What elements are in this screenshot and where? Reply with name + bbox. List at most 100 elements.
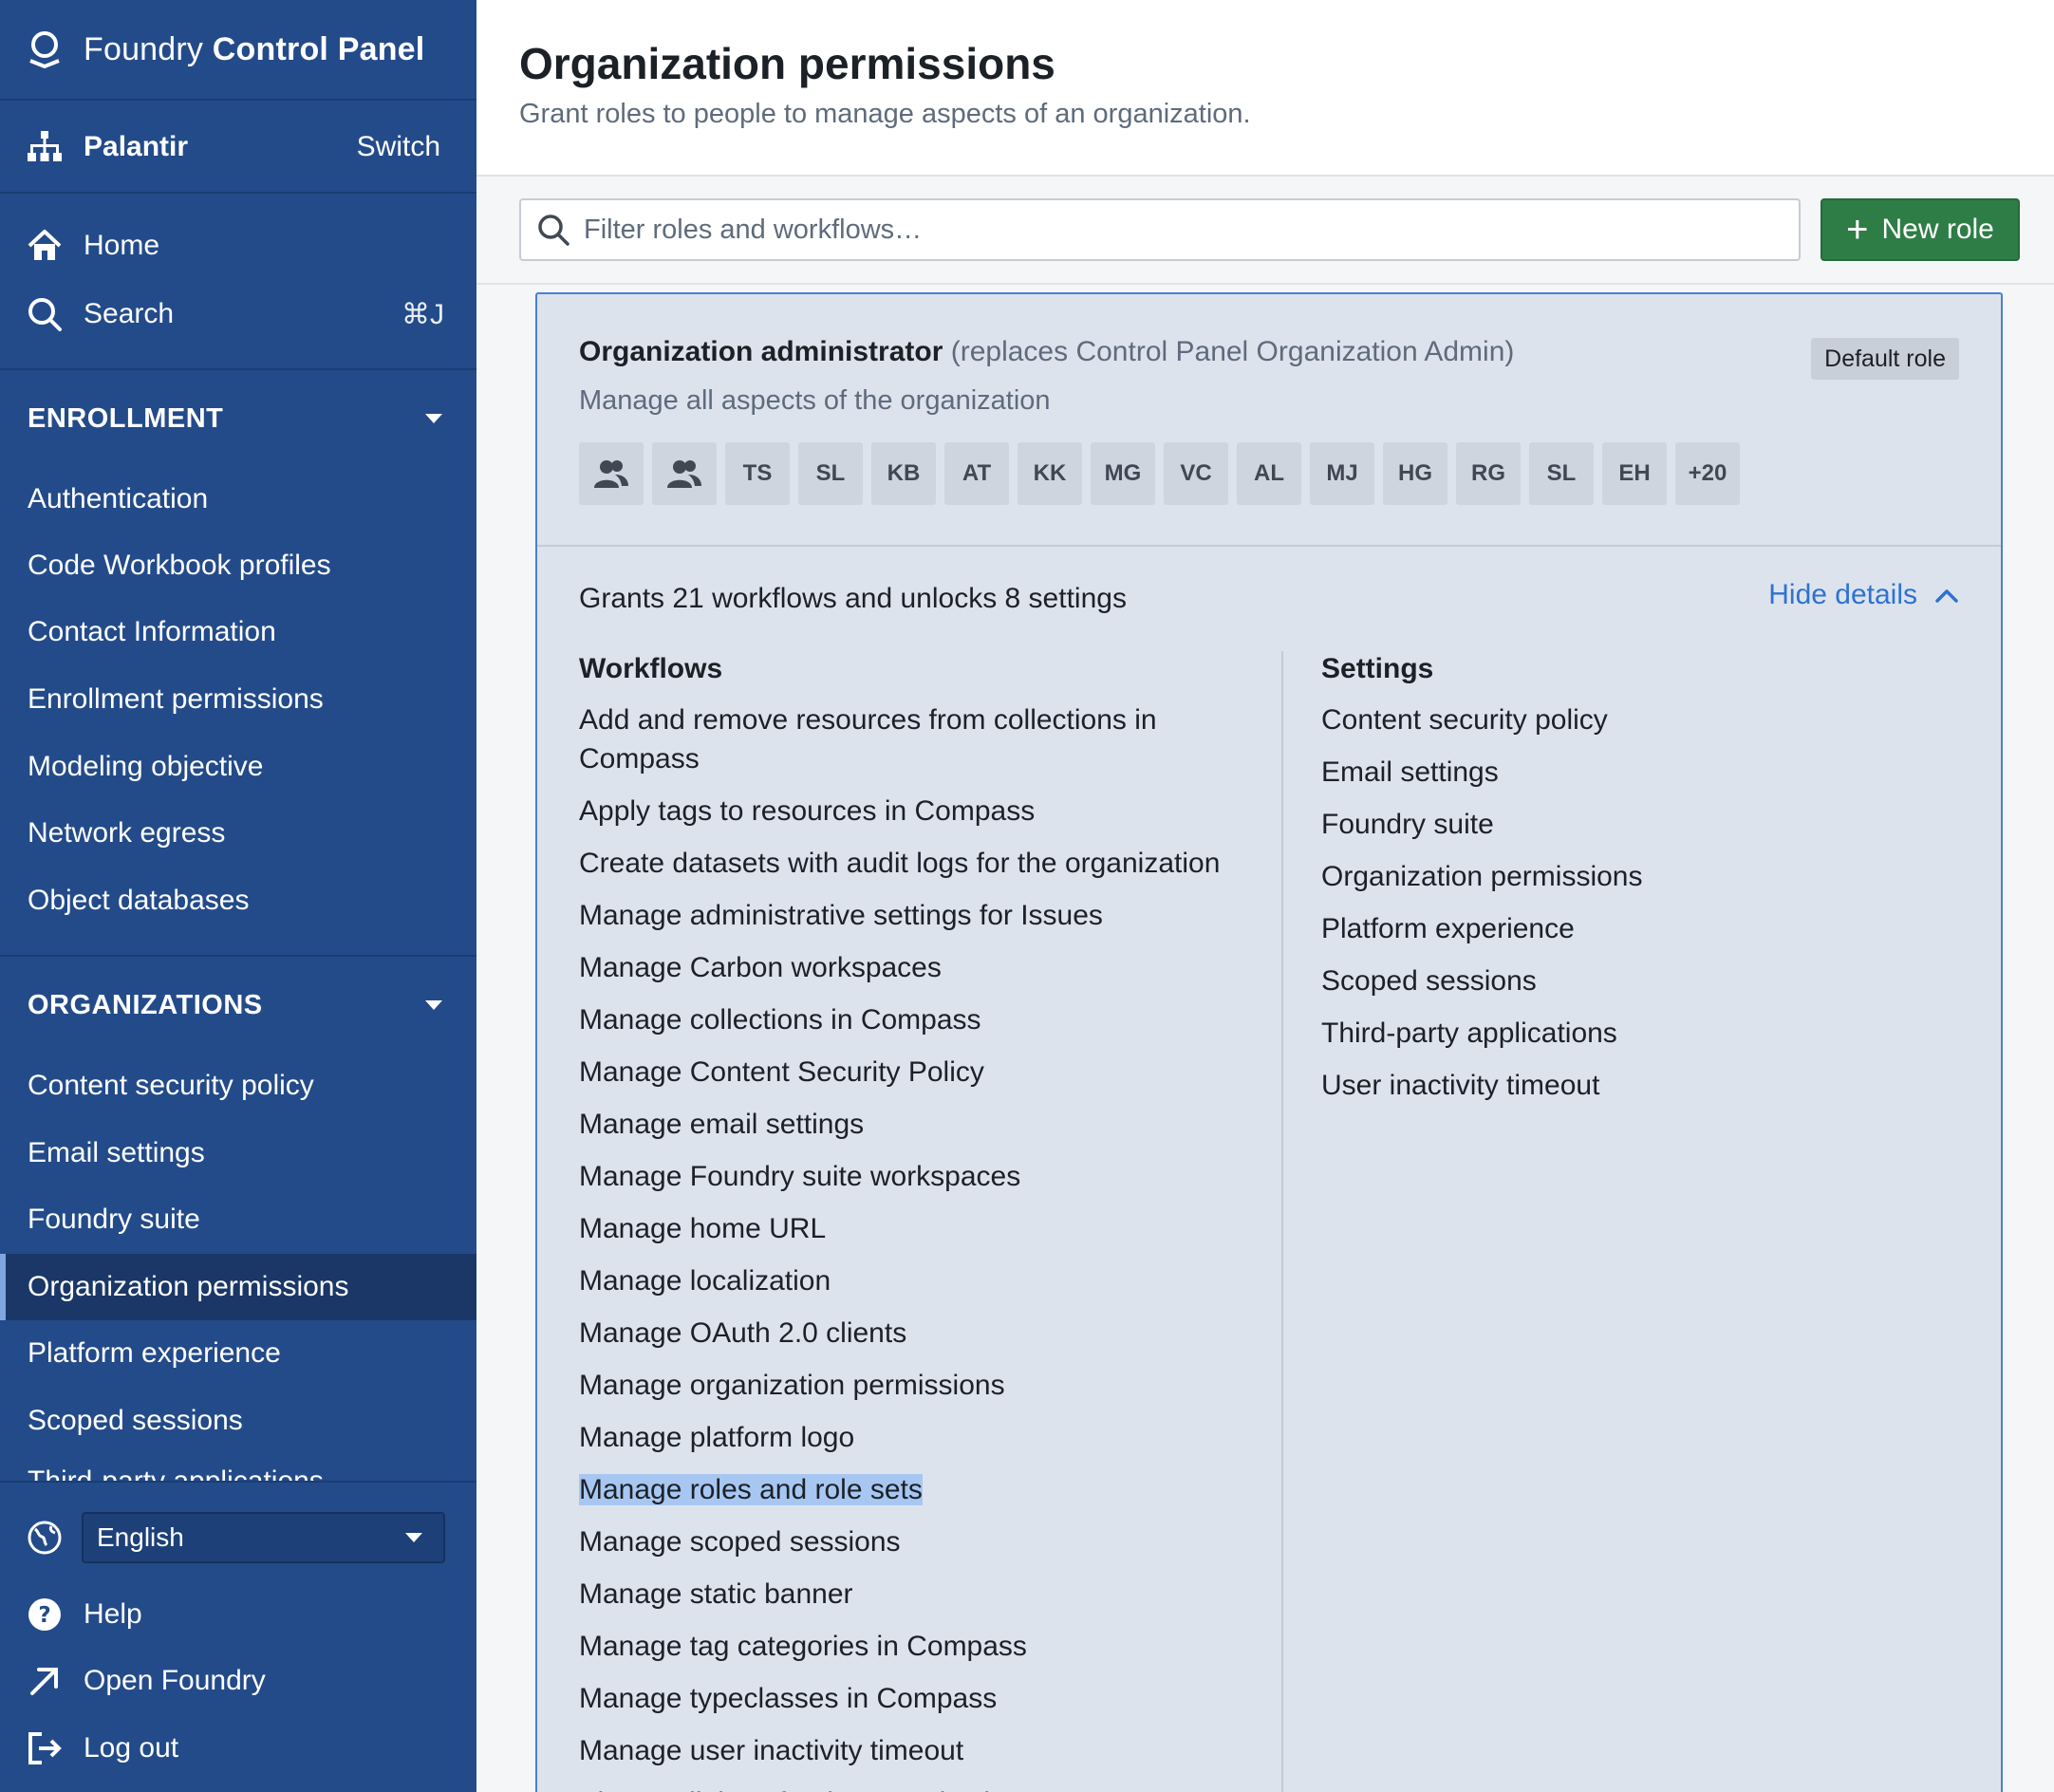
workflow-item: Manage user inactivity timeout (579, 1735, 964, 1766)
workflow-item: Manage organization permissions (579, 1370, 1005, 1401)
member-avatar[interactable]: SL (1529, 442, 1594, 505)
nav-open-foundry[interactable]: Open Foundry (0, 1648, 476, 1714)
language-select-value: English (97, 1522, 184, 1552)
member-avatar[interactable]: MG (1091, 442, 1155, 505)
nav-search[interactable]: Search ⌘J (0, 281, 476, 347)
sidebar-item-scoped-sessions[interactable]: Scoped sessions (0, 1388, 476, 1454)
selected-text: Manage roles and role sets (579, 1474, 923, 1505)
section-enrollment-header[interactable]: ENROLLMENT (0, 385, 476, 452)
language-select[interactable]: English (82, 1512, 445, 1563)
help-icon: ? (28, 1598, 61, 1631)
home-icon (28, 230, 62, 260)
caret-down-icon (425, 1000, 442, 1010)
chevron-up-icon (1935, 589, 1958, 603)
sidebar-item-third-party-applications[interactable]: Third-party applications (0, 1460, 476, 1481)
sidebar-item-authentication[interactable]: Authentication (0, 466, 476, 532)
caret-down-icon (425, 414, 442, 423)
workflow-item: Manage platform logo (579, 1422, 855, 1453)
workflow-item: Manage scoped sessions (579, 1526, 901, 1558)
setting-item: Third-party applications (1321, 1017, 1617, 1049)
member-avatar[interactable]: KB (871, 442, 936, 505)
workflow-item: View audit logs for the organization (579, 1783, 1262, 1792)
member-avatar[interactable]: VC (1164, 442, 1228, 505)
nav-log-out[interactable]: Log out (0, 1715, 476, 1782)
new-role-label: New role (1881, 214, 1994, 245)
role-replaces: (replaces Control Panel Organization Adm… (950, 336, 1515, 367)
sidebar-item-enrollment-permissions[interactable]: Enrollment permissions (0, 666, 476, 733)
page-subtitle: Grant roles to people to manage aspects … (519, 99, 1251, 129)
new-role-button[interactable]: + New role (1821, 198, 2020, 261)
workflow-item: Add and remove resources from collection… (579, 704, 1157, 775)
workflow-item: Manage email settings (579, 1109, 865, 1140)
toolbar: + New role (476, 178, 2054, 285)
member-avatar[interactable]: AT (944, 442, 1009, 505)
people-icon (594, 460, 628, 488)
switch-organization-link[interactable]: Switch (357, 131, 440, 163)
filter-roles-input[interactable] (584, 214, 1780, 246)
hide-details-toggle[interactable]: Hide details (1768, 579, 1959, 611)
plus-icon: + (1846, 209, 1869, 251)
member-avatar[interactable]: MJ (1310, 442, 1374, 505)
hide-details-label: Hide details (1768, 579, 1917, 610)
sidebar-divider (0, 955, 476, 957)
member-avatar[interactable]: HG (1383, 442, 1447, 505)
app-brand[interactable]: Foundry Control Panel (0, 0, 476, 101)
nav-open-foundry-label: Open Foundry (84, 1665, 266, 1696)
sidebar: Foundry Control Panel Palantir Switch Ho… (0, 0, 476, 1792)
workflow-item: Manage Foundry suite workspaces (579, 1161, 1021, 1192)
grants-summary: Grants 21 workflows and unlocks 8 settin… (579, 583, 1127, 614)
search-shortcut: ⌘J (401, 298, 444, 330)
organization-switcher[interactable]: Palantir Switch (0, 103, 476, 194)
workflow-item: Manage home URL (579, 1213, 827, 1244)
more-members-count[interactable]: +20 (1675, 442, 1740, 505)
workflow-item: Manage static banner (579, 1578, 853, 1610)
nav-home[interactable]: Home (0, 213, 476, 279)
role-description: Manage all aspects of the organization (579, 385, 1051, 416)
log-out-icon (28, 1732, 62, 1764)
filter-box[interactable] (519, 198, 1801, 261)
sidebar-divider (0, 368, 476, 370)
sidebar-item-modeling-objective[interactable]: Modeling objective (0, 734, 476, 800)
member-avatar[interactable]: AL (1237, 442, 1301, 505)
group-avatar[interactable] (652, 442, 717, 505)
member-avatar[interactable]: EH (1602, 442, 1667, 505)
setting-item: Scoped sessions (1321, 965, 1537, 997)
sidebar-item-object-databases[interactable]: Object databases (0, 868, 476, 934)
sidebar-item-platform-experience[interactable]: Platform experience (0, 1320, 476, 1387)
page-title: Organization permissions (519, 39, 1055, 88)
workflow-item: Manage administrative settings for Issue… (579, 900, 1103, 931)
section-organizations-header[interactable]: ORGANIZATIONS (0, 972, 476, 1038)
nav-search-label: Search (84, 298, 175, 329)
group-avatar[interactable] (579, 442, 644, 505)
sidebar-item-network-egress[interactable]: Network egress (0, 800, 476, 867)
arrow-up-right-icon (30, 1668, 58, 1695)
role-members: TS SL KB AT KK MG VC AL MJ HG RG SL EH +… (579, 442, 1748, 505)
workflows-list: Add and remove resources from collection… (579, 700, 1262, 1792)
sidebar-item-organization-permissions[interactable]: Organization permissions (0, 1254, 476, 1320)
globe-icon (28, 1521, 62, 1555)
member-avatar[interactable]: KK (1018, 442, 1082, 505)
member-avatar[interactable]: RG (1456, 442, 1521, 505)
workflow-item: Manage Carbon workspaces (579, 952, 942, 983)
member-avatar[interactable]: TS (725, 442, 790, 505)
sidebar-item-content-security-policy[interactable]: Content security policy (0, 1053, 476, 1119)
role-name: Organization administrator (579, 336, 943, 367)
workflow-item-selected: Manage roles and role sets (579, 1470, 1262, 1509)
nav-help[interactable]: ? Help (0, 1581, 476, 1648)
settings-list: Content security policy Email settings F… (1321, 700, 1967, 1118)
workflow-item: Manage collections in Compass (579, 1004, 981, 1036)
settings-heading: Settings (1321, 653, 1434, 684)
nav-log-out-label: Log out (84, 1732, 179, 1764)
role-card-header: Organization administrator (replaces Con… (537, 294, 2001, 547)
workflow-item: Manage tag categories in Compass (579, 1631, 1027, 1662)
member-avatar[interactable]: SL (798, 442, 863, 505)
nav-home-label: Home (84, 230, 160, 261)
sidebar-item-code-workbook-profiles[interactable]: Code Workbook profiles (0, 532, 476, 599)
sidebar-item-email-settings[interactable]: Email settings (0, 1120, 476, 1186)
foundry-logo-icon (29, 31, 60, 69)
sidebar-footer: English ? Help Open Foundry Log out (0, 1481, 476, 1792)
setting-item: Platform experience (1321, 913, 1575, 944)
caret-down-icon (405, 1533, 422, 1542)
sidebar-item-foundry-suite[interactable]: Foundry suite (0, 1186, 476, 1253)
sidebar-item-contact-information[interactable]: Contact Information (0, 599, 476, 665)
